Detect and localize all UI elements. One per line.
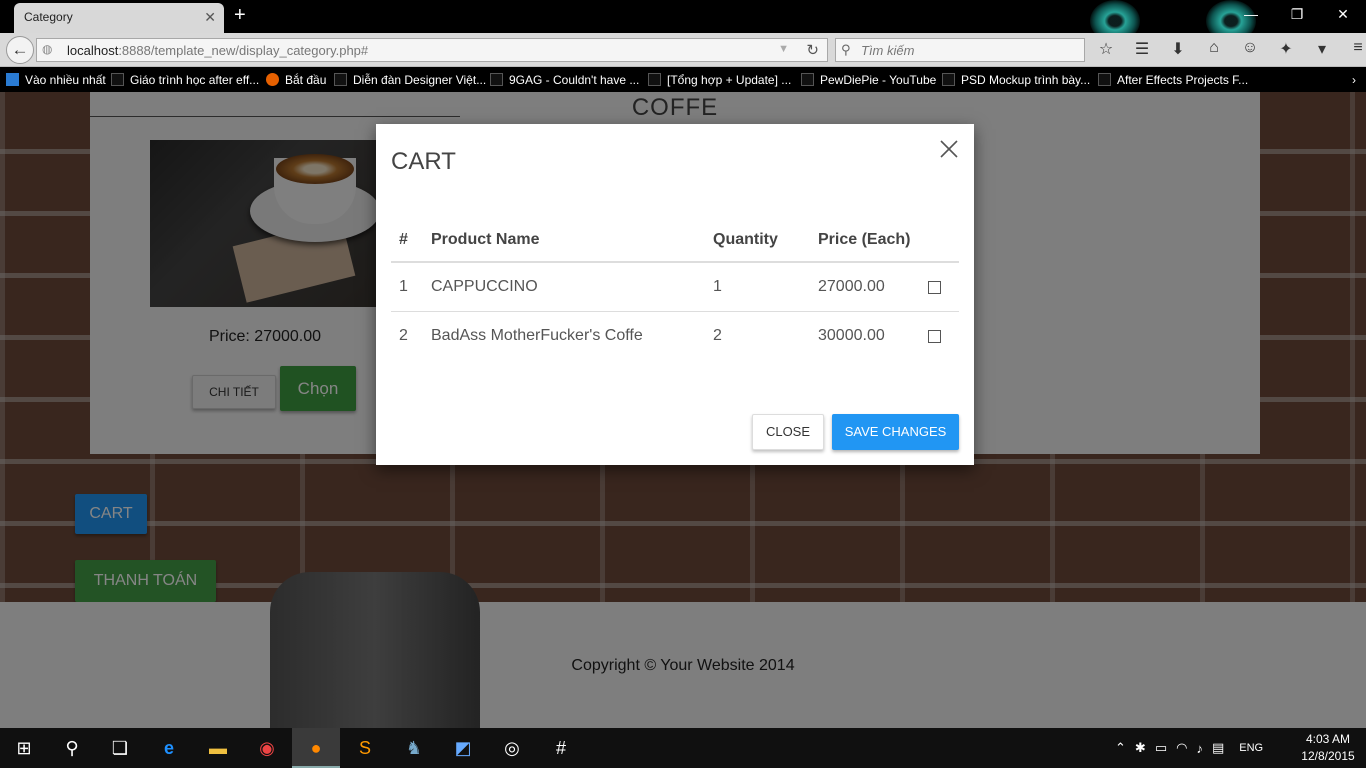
- addon-dropdown-icon[interactable]: ▾: [1310, 39, 1334, 59]
- close-button[interactable]: CLOSE: [752, 414, 824, 450]
- browser-tab[interactable]: Category ✕: [14, 3, 224, 33]
- column-header-price: Price (Each): [810, 218, 920, 263]
- tray-app-icon[interactable]: ✱: [1135, 740, 1146, 756]
- bookmarks-bar: Vào nhiều nhất Giáo trình học after eff.…: [0, 68, 1366, 92]
- firefox-icon[interactable]: ●: [292, 728, 340, 768]
- row-price: 27000.00: [810, 262, 920, 312]
- reading-list-icon[interactable]: ☰: [1130, 39, 1154, 59]
- bookmark-item[interactable]: After Effects Projects F...: [1098, 73, 1248, 87]
- task-view-icon[interactable]: ❏: [96, 728, 144, 768]
- bookmark-item[interactable]: [Tổng hợp + Update] ...: [648, 73, 791, 87]
- media-app-icon[interactable]: ◎: [488, 728, 536, 768]
- row-number: 2: [399, 326, 408, 344]
- battery-icon[interactable]: ▭: [1155, 740, 1167, 756]
- chat-icon[interactable]: ☺: [1238, 39, 1262, 59]
- bookmark-page-icon: [111, 73, 124, 86]
- tray-expand-icon[interactable]: ⌃: [1115, 740, 1126, 756]
- bookmark-item[interactable]: 9GAG - Couldn't have ...: [490, 73, 639, 87]
- search-bar[interactable]: ⚲ Tìm kiếm: [835, 38, 1085, 62]
- column-header-number: #: [391, 218, 423, 263]
- bookmark-item[interactable]: Diễn đàn Designer Việt...: [334, 73, 486, 87]
- slack-icon[interactable]: #: [537, 728, 585, 768]
- row-number: 1: [391, 262, 423, 312]
- navigation-toolbar: ← ◍ localhost:8888/template_new/display_…: [0, 33, 1366, 67]
- chrome-icon[interactable]: ◉: [243, 728, 291, 768]
- clock[interactable]: 4:03 AM 12/8/2015: [1296, 731, 1360, 765]
- row-select-cell: [920, 262, 959, 312]
- table-header-row: # Product Name Quantity Price (Each): [391, 218, 959, 263]
- clock-time: 4:03 AM: [1305, 732, 1351, 746]
- notifications-icon[interactable]: ▤: [1212, 740, 1224, 756]
- row-checkbox[interactable]: [928, 280, 941, 294]
- url-bar[interactable]: ◍ localhost:8888/template_new/display_ca…: [36, 38, 828, 62]
- bookmark-folder-icon: [6, 73, 19, 86]
- row-select-cell: [920, 311, 959, 360]
- bookmark-page-icon: [334, 73, 347, 86]
- minimize-icon[interactable]: —: [1228, 0, 1274, 30]
- windows-start-icon[interactable]: ⊞: [0, 728, 48, 768]
- table-row: 2 BadAss MotherFucker's Coffe 2 30000.00: [391, 311, 959, 360]
- bookmark-item[interactable]: Bắt đầu: [266, 73, 326, 87]
- search-placeholder: Tìm kiếm: [861, 43, 915, 58]
- clock-date: 12/8/2015: [1301, 749, 1355, 763]
- taskbar: ⊞ ⚲ ❏ e ▬ ◉ ● S ♞ ◩ ◎ # ⌃ ✱ ▭ ◠ ♪ ▤ ENG …: [0, 728, 1366, 768]
- bookmark-page-icon: [801, 73, 814, 86]
- close-icon[interactable]: [938, 138, 960, 160]
- page-viewport: COFFE Price: 27000.00 CHI TIẾT Chọn CART…: [0, 92, 1366, 728]
- back-arrow-icon[interactable]: ←: [6, 36, 34, 64]
- bookmark-page-icon: [648, 73, 661, 86]
- firefox-icon: [266, 73, 279, 86]
- search-icon[interactable]: ⚲: [48, 728, 96, 768]
- reload-icon[interactable]: ↻: [806, 41, 819, 59]
- new-tab-icon[interactable]: +: [234, 5, 246, 25]
- tab-strip: Category ✕ + — ❐ ✕: [0, 0, 1366, 42]
- home-icon[interactable]: ⌂: [1202, 39, 1226, 59]
- file-explorer-icon[interactable]: ▬: [194, 728, 242, 768]
- column-header-product-name: Product Name: [423, 218, 705, 263]
- modal-title: CART: [391, 148, 456, 175]
- bookmark-item[interactable]: PSD Mockup trình bày...: [942, 73, 1090, 87]
- bookmark-page-icon: [490, 73, 503, 86]
- row-product-name: BadAss MotherFucker's Coffe: [431, 326, 643, 344]
- table-row: 1 CAPPUCCINO 1 27000.00: [391, 262, 959, 312]
- bookmark-star-icon[interactable]: ☆: [1094, 39, 1118, 59]
- url-history-dropdown-icon[interactable]: ▼: [778, 43, 789, 55]
- site-identity-icon[interactable]: ◍: [42, 42, 52, 56]
- row-quantity: 2: [713, 326, 722, 344]
- cart-table: # Product Name Quantity Price (Each) 1 C…: [391, 218, 959, 360]
- row-quantity: 1: [705, 262, 810, 312]
- editor-app-icon[interactable]: ◩: [439, 728, 487, 768]
- menu-icon[interactable]: ≡: [1346, 39, 1366, 59]
- bookmark-page-icon: [942, 73, 955, 86]
- toolbar-icons: ☆ ☰ ⬇ ⌂ ☺ ✦ ▾ ≡: [1094, 39, 1366, 59]
- column-header-quantity: Quantity: [705, 218, 810, 263]
- bookmark-item[interactable]: PewDiePie - YouTube: [801, 73, 936, 87]
- bookmark-item[interactable]: Giáo trình học after eff...: [111, 73, 259, 87]
- window-controls: — ❐ ✕: [1228, 0, 1366, 30]
- row-price: 30000.00: [818, 326, 885, 344]
- sublime-text-icon[interactable]: S: [341, 728, 389, 768]
- postgresql-icon[interactable]: ♞: [390, 728, 438, 768]
- search-icon: ⚲: [841, 42, 851, 57]
- addon-icon[interactable]: ✦: [1274, 39, 1298, 59]
- edge-icon[interactable]: e: [145, 728, 193, 768]
- tab-close-icon[interactable]: ✕: [204, 9, 216, 26]
- volume-icon[interactable]: ♪: [1196, 741, 1203, 756]
- download-icon[interactable]: ⬇: [1166, 39, 1190, 59]
- system-tray: ⌃ ✱ ▭ ◠ ♪ ▤ ENG: [1115, 728, 1263, 768]
- cart-modal: CART # Product Name Quantity Price (Each…: [376, 124, 974, 465]
- bookmark-page-icon: [1098, 73, 1111, 86]
- save-changes-button[interactable]: SAVE CHANGES: [832, 414, 959, 450]
- tab-title: Category: [24, 10, 73, 24]
- column-header-select: [920, 218, 959, 263]
- url-text: localhost:8888/template_new/display_cate…: [67, 43, 369, 58]
- language-indicator[interactable]: ENG: [1239, 742, 1263, 754]
- row-checkbox[interactable]: [928, 329, 941, 343]
- restore-icon[interactable]: ❐: [1274, 0, 1320, 30]
- window-close-icon[interactable]: ✕: [1320, 0, 1366, 30]
- bookmark-item[interactable]: Vào nhiều nhất: [6, 73, 106, 87]
- row-product-name: CAPPUCCINO: [423, 262, 705, 312]
- wifi-icon[interactable]: ◠: [1176, 740, 1187, 756]
- bookmarks-overflow-icon[interactable]: ›: [1352, 73, 1356, 87]
